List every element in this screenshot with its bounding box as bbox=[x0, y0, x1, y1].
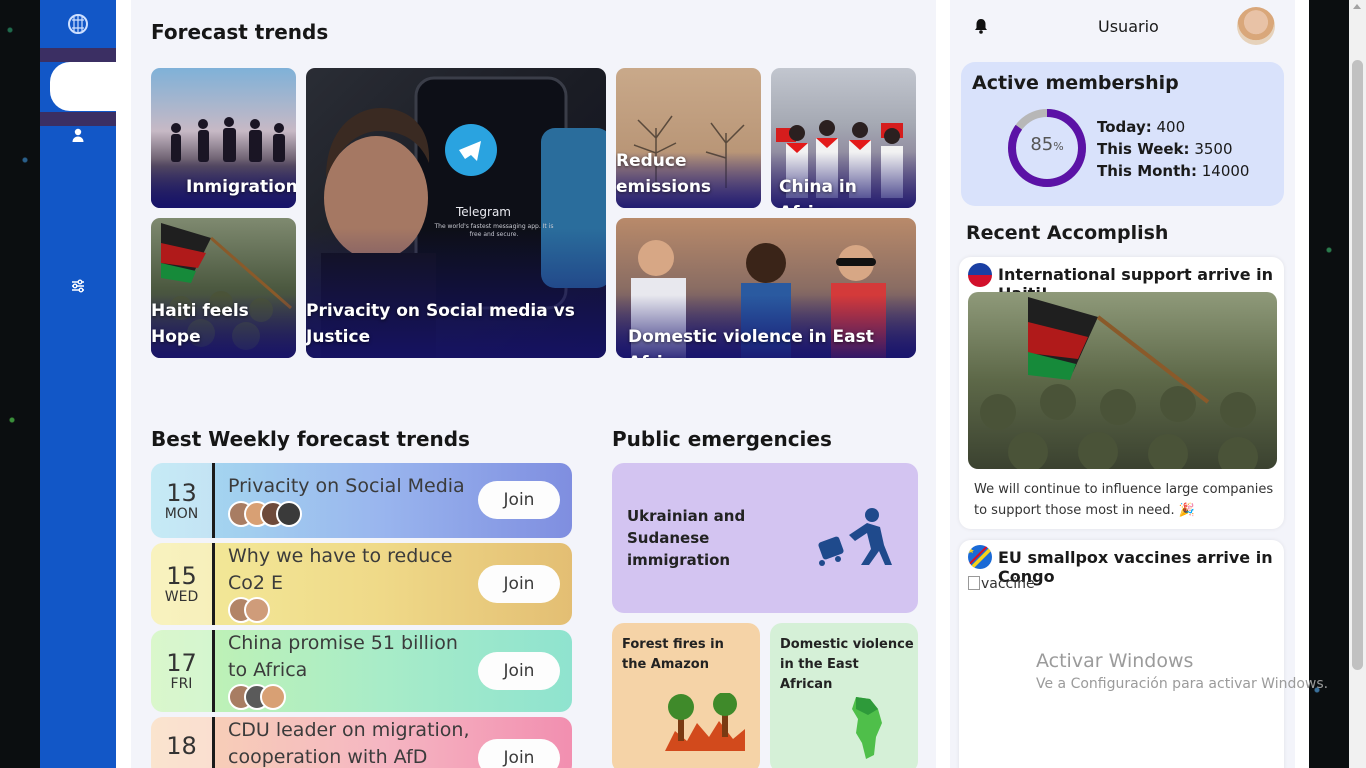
emergency-card-forest-fires[interactable]: Forest fires in the Amazon bbox=[612, 623, 760, 768]
weekly-trend-card[interactable]: 18 CDU leader on migration, cooperation … bbox=[151, 717, 572, 768]
desktop-background-left bbox=[0, 0, 40, 768]
day-of-week: MON bbox=[164, 505, 199, 522]
emergency-title: Forest fires in the Amazon bbox=[622, 637, 724, 672]
day-of-week: WED bbox=[164, 589, 199, 605]
vaccine-image-broken: vaccine bbox=[968, 576, 1035, 592]
join-button[interactable]: Join bbox=[478, 652, 560, 690]
sidebar-divider bbox=[40, 48, 116, 62]
avatar[interactable] bbox=[1237, 7, 1275, 45]
stat-week: This Week: 3500 bbox=[1097, 138, 1249, 160]
user-name[interactable]: Usuario bbox=[1098, 17, 1159, 36]
date-block: 13 MON bbox=[151, 463, 215, 538]
avatar bbox=[244, 597, 270, 623]
congo-flag-icon bbox=[968, 545, 992, 569]
day-number: 13 bbox=[166, 478, 197, 507]
emergency-card-domestic-violence[interactable]: Domestic violence in the East African bbox=[770, 623, 918, 768]
forecast-trends-title: Forecast trends bbox=[151, 20, 329, 44]
stat-value: 3500 bbox=[1194, 140, 1233, 158]
forest-fire-icon bbox=[665, 693, 745, 751]
tile-label: Reduce emissions bbox=[616, 151, 712, 197]
percent-value: 85 bbox=[1030, 134, 1054, 155]
tile-privacity-social-media[interactable]: Telegram The world's fastest messaging a… bbox=[306, 68, 606, 358]
tile-inmigration[interactable]: Inmigration bbox=[151, 68, 296, 208]
accomplishment-card[interactable]: International support arrive in Haiti! W… bbox=[959, 257, 1284, 529]
broken-image-icon bbox=[968, 576, 980, 590]
accomplishment-text: We will continue to influence large comp… bbox=[974, 479, 1274, 521]
stat-month: This Month: 14000 bbox=[1097, 160, 1249, 182]
emergency-title: Domestic violence in the East African bbox=[780, 637, 914, 692]
membership-percent: 85% bbox=[1006, 134, 1088, 155]
date-block: 15 WED bbox=[151, 543, 215, 625]
accomplishment-title: EU smallpox vaccines arrive in Congo bbox=[998, 548, 1273, 586]
participants-avatars bbox=[228, 684, 286, 710]
participants-avatars bbox=[228, 597, 270, 623]
weekly-trend-card[interactable]: 17 FRI China promise 51 billion to Afric… bbox=[151, 630, 572, 712]
scrollbar-thumb[interactable] bbox=[1352, 60, 1363, 670]
avatar bbox=[276, 501, 302, 527]
active-membership-card: Active membership 85% Today: 400 This We… bbox=[961, 62, 1284, 206]
trend-title: CDU leader on migration, cooperation wit… bbox=[228, 719, 470, 768]
percent-unit: % bbox=[1053, 140, 1064, 153]
image-alt-text: vaccine bbox=[981, 576, 1035, 592]
emergency-title: Ukrainian and Sudanese immigration bbox=[627, 507, 746, 569]
brain-logo-icon[interactable] bbox=[40, 0, 116, 48]
emergency-card-immigration[interactable]: Ukrainian and Sudanese immigration bbox=[612, 463, 918, 613]
day-number: 17 bbox=[166, 649, 197, 677]
stat-label: This Week: bbox=[1097, 140, 1190, 158]
tile-label: Domestic violence in East Africa bbox=[628, 327, 874, 358]
weekly-trend-card[interactable]: 15 WED Why we have to reduce Co2 E Join bbox=[151, 543, 572, 625]
tile-haiti-feels-hope[interactable]: Haiti feels Hope bbox=[151, 218, 296, 358]
date-block: 18 bbox=[151, 717, 215, 768]
windows-activation-title: Activar Windows bbox=[1036, 650, 1194, 672]
sidebar-item-home-active[interactable] bbox=[50, 62, 116, 111]
tile-reduce-emissions[interactable]: Reduce emissions bbox=[616, 68, 761, 208]
sidebar bbox=[40, 0, 116, 768]
page-scrollbar[interactable] bbox=[1349, 0, 1366, 768]
day-number: 15 bbox=[166, 562, 197, 590]
telegram-brand-text: Telegram bbox=[456, 205, 511, 219]
trend-title: China promise 51 billion to Africa bbox=[228, 632, 458, 681]
user-icon[interactable] bbox=[70, 127, 86, 143]
tile-label: Inmigration bbox=[186, 177, 296, 197]
stat-value: 400 bbox=[1156, 118, 1186, 136]
stat-label: Today: bbox=[1097, 118, 1152, 136]
day-of-week: FRI bbox=[170, 676, 193, 692]
haiti-flag-icon bbox=[968, 263, 992, 287]
best-weekly-title: Best Weekly forecast trends bbox=[151, 427, 470, 451]
public-emergencies-title: Public emergencies bbox=[612, 427, 832, 451]
bell-icon[interactable] bbox=[974, 18, 988, 38]
participants-avatars bbox=[228, 501, 302, 527]
avatar bbox=[260, 684, 286, 710]
east-africa-map-icon bbox=[852, 697, 882, 759]
soldiers-flag-photo bbox=[968, 292, 1277, 469]
membership-title: Active membership bbox=[972, 72, 1179, 94]
membership-stats: Today: 400 This Week: 3500 This Month: 1… bbox=[1097, 116, 1249, 182]
join-button[interactable]: Join bbox=[478, 565, 560, 603]
sidebar-divider bbox=[40, 112, 116, 126]
recent-accomplish-title: Recent Accomplish bbox=[966, 222, 1169, 244]
day-number: 18 bbox=[166, 732, 197, 760]
tile-label: Haiti feels Hope bbox=[151, 301, 249, 347]
join-button[interactable]: Join bbox=[478, 739, 560, 768]
join-button[interactable]: Join bbox=[478, 481, 560, 519]
tile-label: Privacity on Social media vs Justice bbox=[306, 301, 575, 347]
trend-title: Why we have to reduce Co2 E bbox=[228, 545, 453, 594]
trend-title: Privacity on Social Media bbox=[228, 475, 465, 497]
accomplishment-text-body: We will continue to influence large comp… bbox=[974, 482, 1274, 518]
party-popper-icon: 🎉 bbox=[1178, 503, 1195, 518]
scroll-up-arrow-icon[interactable] bbox=[1353, 4, 1361, 9]
desktop-background-right bbox=[1309, 0, 1349, 768]
stat-value: 14000 bbox=[1201, 162, 1250, 180]
tile-label: China in Africa bbox=[779, 177, 857, 208]
date-block: 17 FRI bbox=[151, 630, 215, 712]
tile-domestic-violence-east-africa[interactable]: Domestic violence in East Africa bbox=[616, 218, 916, 358]
tile-china-in-africa[interactable]: China in Africa bbox=[771, 68, 916, 208]
weekly-trend-card[interactable]: 13 MON Privacity on Social Media Join bbox=[151, 463, 572, 538]
sliders-icon[interactable] bbox=[70, 278, 86, 294]
stat-label: This Month: bbox=[1097, 162, 1197, 180]
windows-activation-subtitle: Ve a Configuración para activar Windows. bbox=[1036, 676, 1329, 692]
running-person-luggage-icon bbox=[818, 508, 892, 566]
stat-today: Today: 400 bbox=[1097, 116, 1249, 138]
